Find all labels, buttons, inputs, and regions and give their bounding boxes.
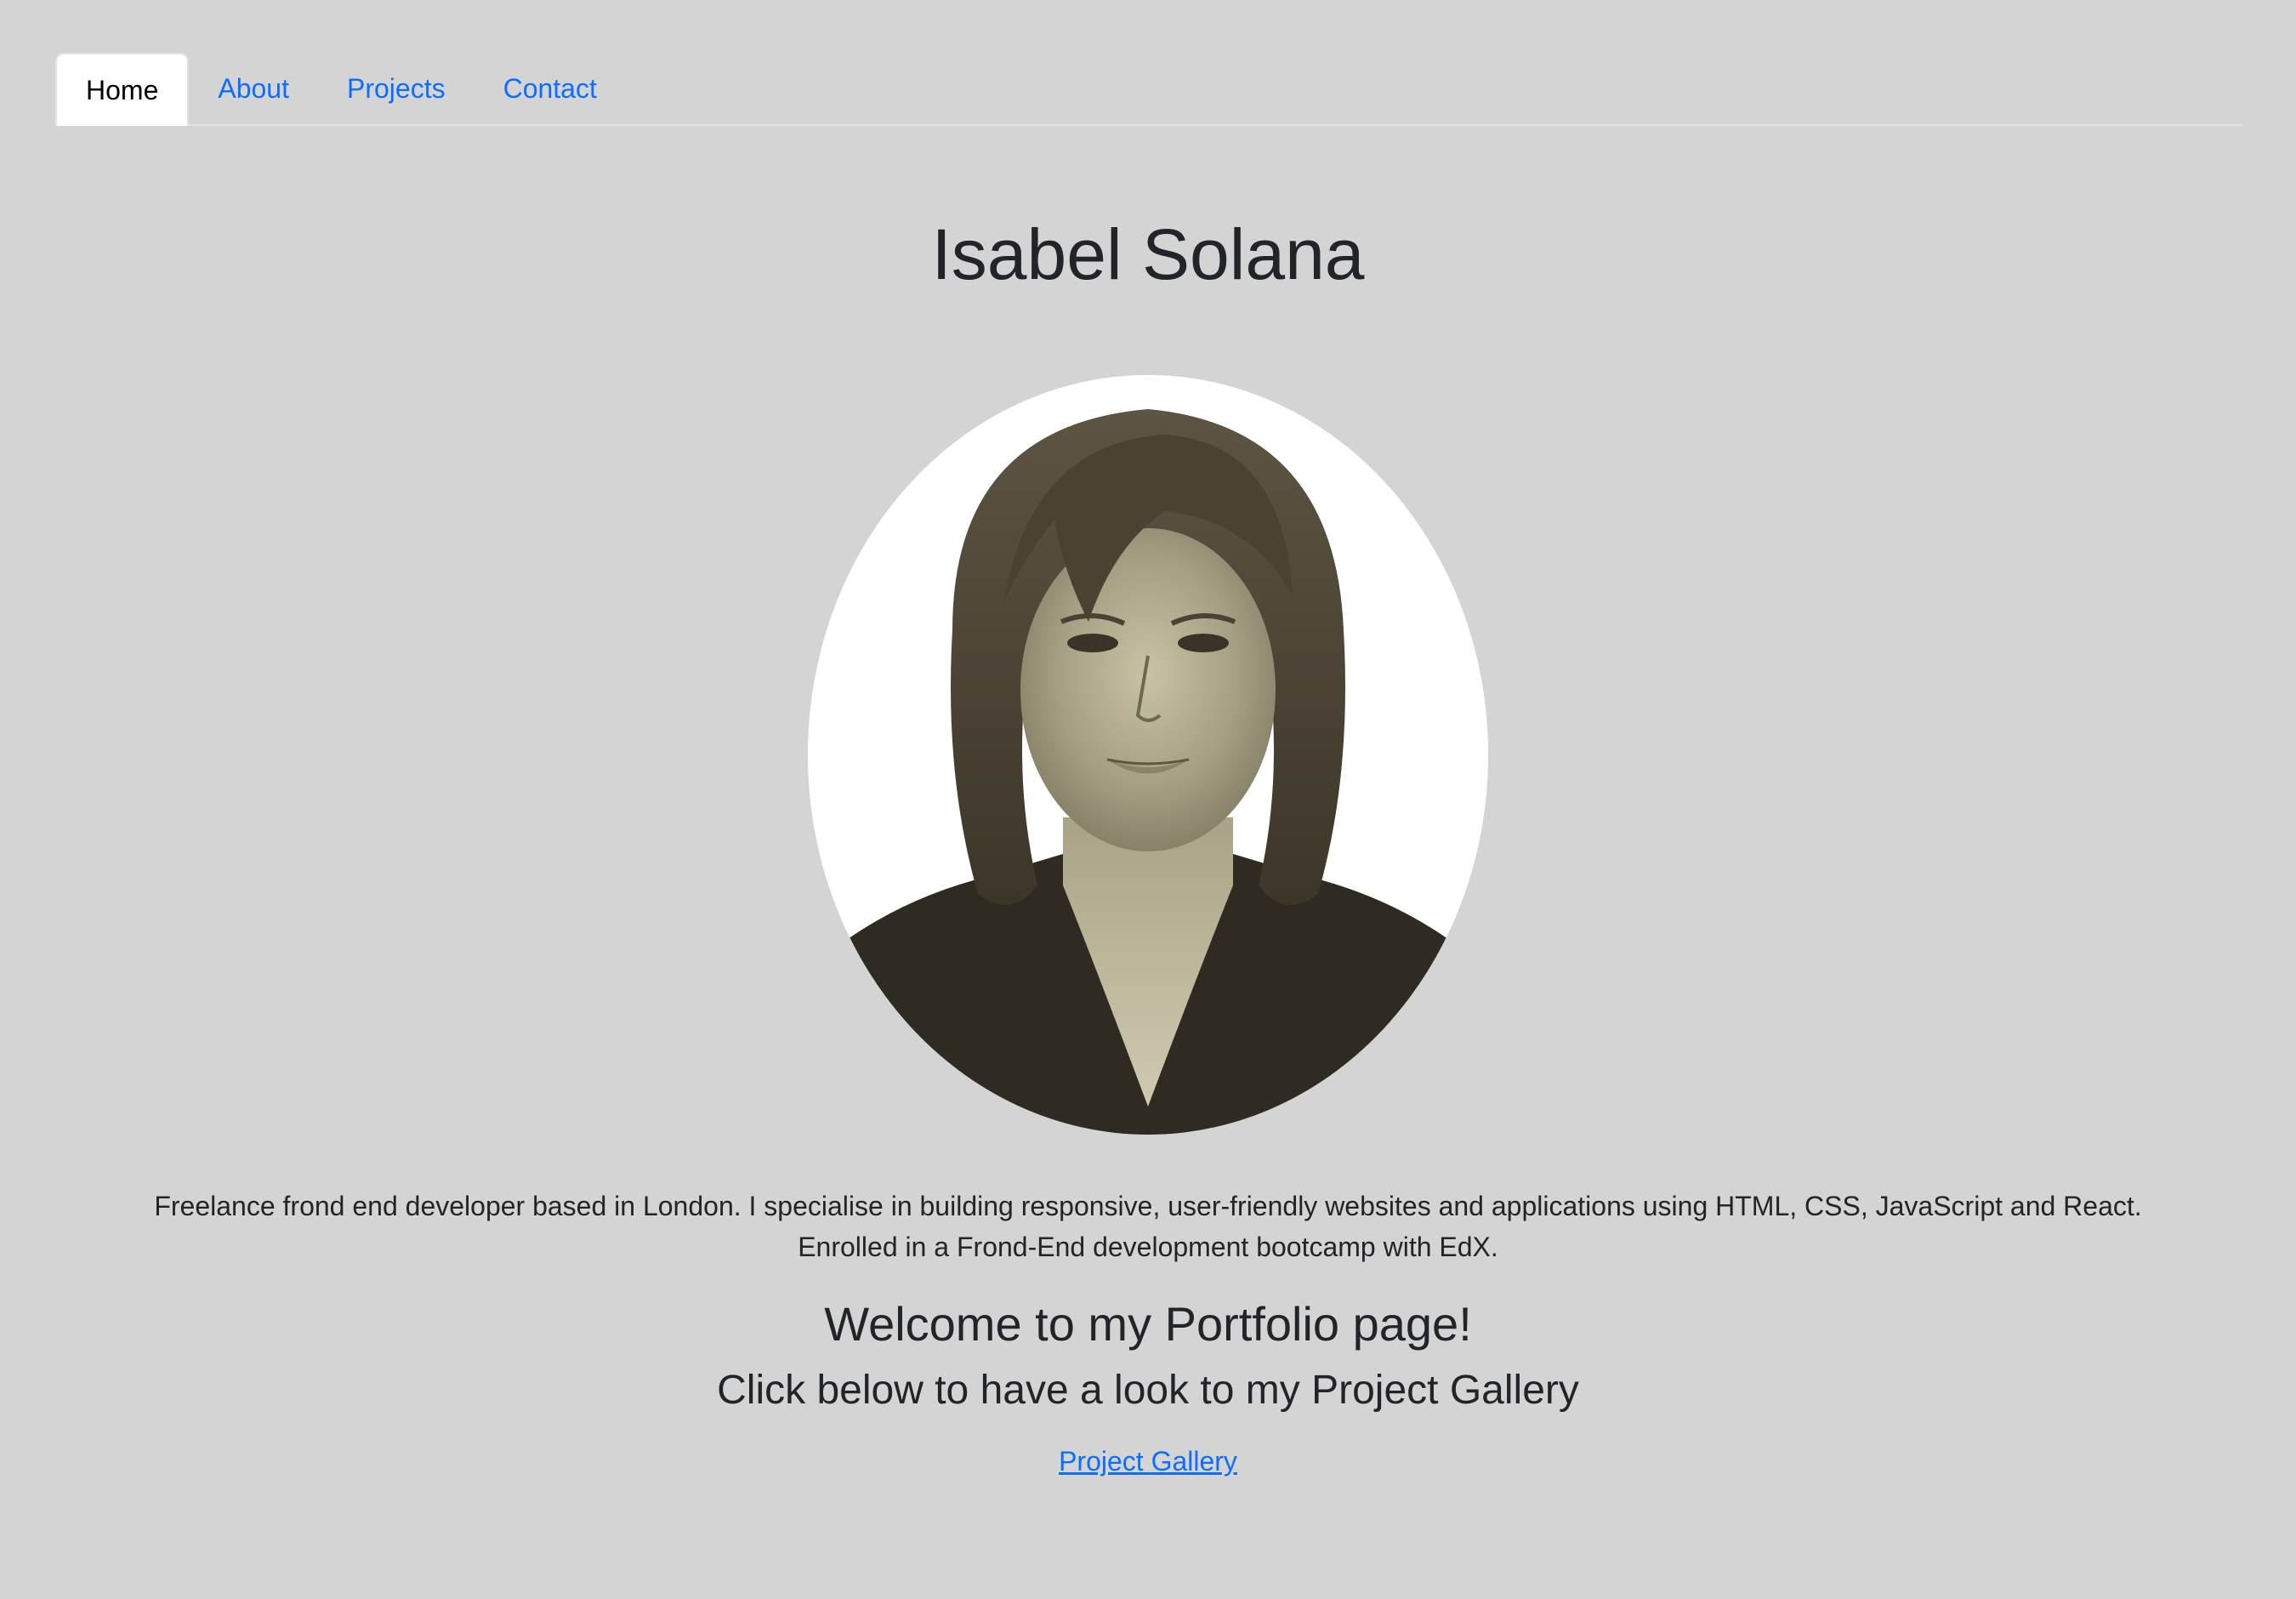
portrait-illustration (808, 375, 1488, 1135)
nav-tabs: Home About Projects Contact (55, 53, 2242, 126)
welcome-heading: Welcome to my Portfolio page! (824, 1297, 1472, 1351)
bio-text: Freelance frond end developer based in L… (85, 1186, 2211, 1267)
bio-line-1: Freelance frond end developer based in L… (154, 1191, 2142, 1221)
tab-home[interactable]: Home (55, 53, 190, 126)
gallery-link-container: Project Gallery (0, 1441, 2296, 1482)
gallery-prompt-heading: Click below to have a look to my Project… (717, 1368, 1579, 1413)
project-gallery-link[interactable]: Project Gallery (1059, 1446, 1237, 1477)
page-title: Isabel Solana (931, 214, 1365, 294)
tab-contact[interactable]: Contact (475, 53, 626, 124)
bio-line-2: Enrolled in a Frond-End development boot… (798, 1232, 1498, 1262)
portfolio-page: Home About Projects Contact Isabel Solan… (0, 0, 2296, 1599)
profile-photo (808, 375, 1488, 1135)
tab-about[interactable]: About (189, 53, 318, 124)
tab-projects[interactable]: Projects (318, 53, 475, 124)
